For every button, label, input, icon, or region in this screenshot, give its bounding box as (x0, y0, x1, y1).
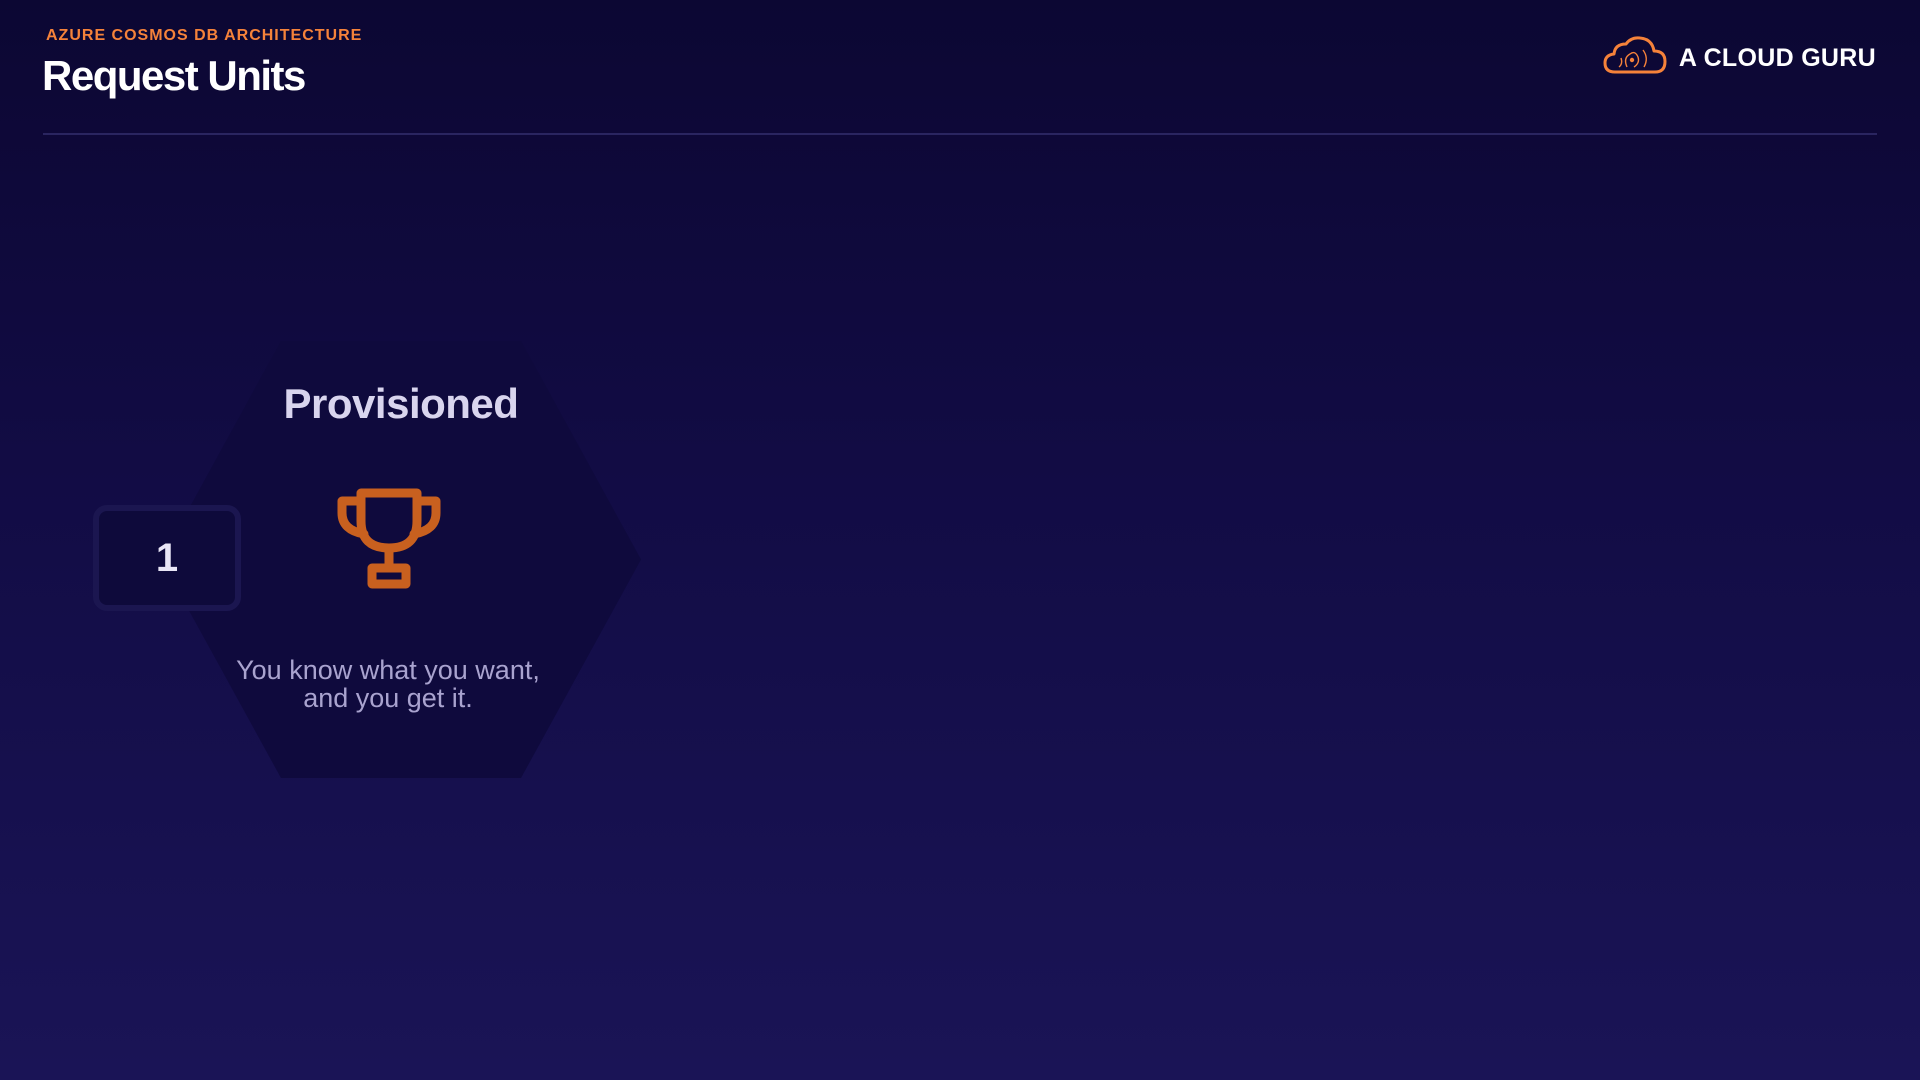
brand-name: A CLOUD GURU (1678, 43, 1876, 72)
step-number-badge: 1 (93, 505, 241, 611)
card-title: Provisioned (283, 380, 519, 427)
brand-logo: A CLOUD GURU (1603, 35, 1876, 81)
card-description: You know what you want, and you get it. (236, 655, 540, 713)
course-eyebrow: AZURE COSMOS DB ARCHITECTURE (46, 27, 363, 44)
header-divider (43, 133, 1877, 135)
trophy-icon (336, 486, 442, 590)
page-title: Request Units (42, 52, 306, 99)
cloud-logo-icon (1603, 35, 1667, 81)
